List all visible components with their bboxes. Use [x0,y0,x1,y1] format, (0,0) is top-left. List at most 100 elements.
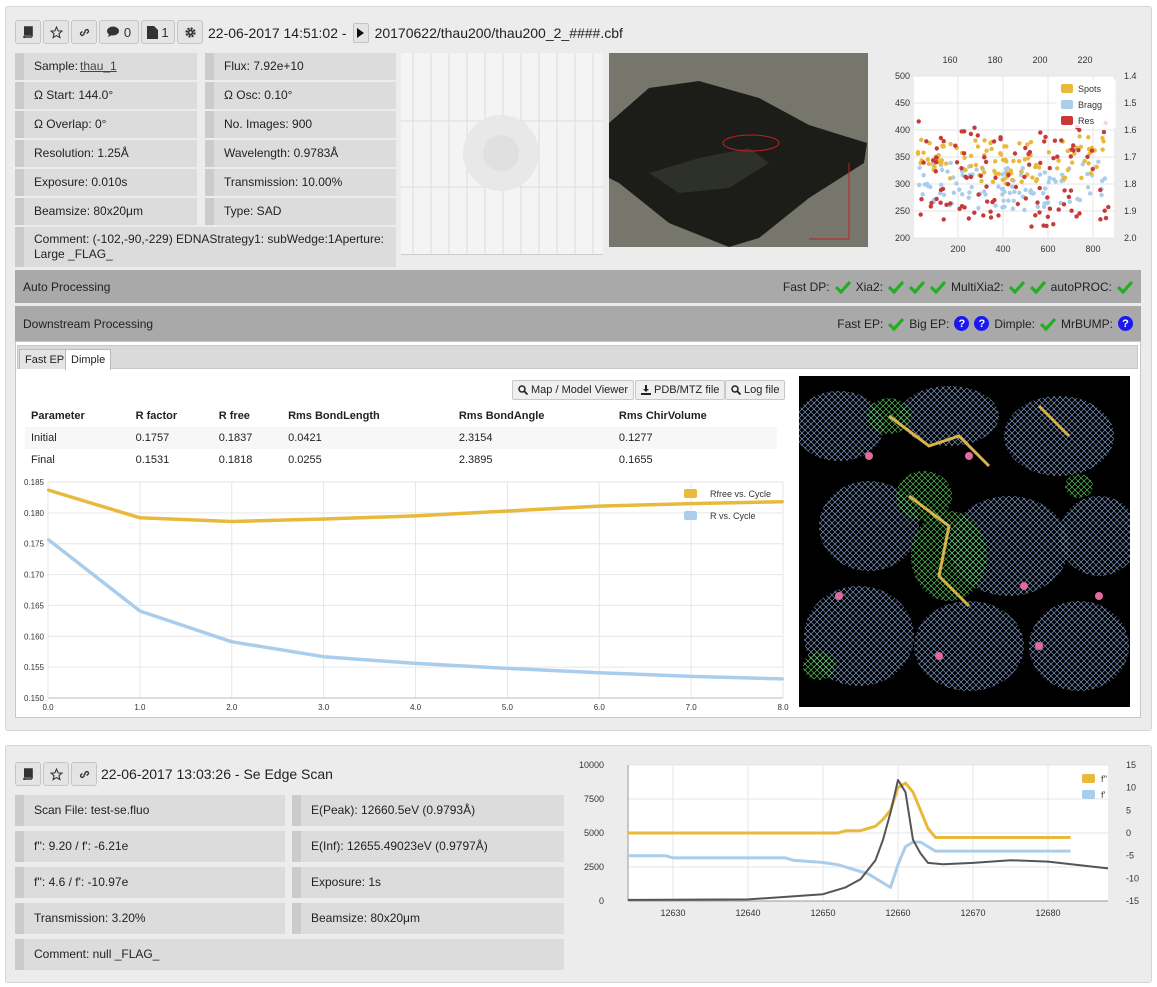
question-icon[interactable]: ? [954,316,970,331]
param-num-images: No. Images: 900 [205,111,396,138]
scatter-point [922,182,927,187]
y2-tick-label: -5 [1126,851,1134,861]
scatter-point [1085,185,1091,190]
y-tick-label: 250 [895,206,910,216]
caret-right-icon [357,28,365,38]
scatter-point [1026,151,1031,157]
check-icon[interactable] [1117,280,1133,294]
collection-filepath: 20170622/thau200/thau200_2_####.cbf [374,25,623,41]
status-label: Fast DP: [782,279,830,294]
scatter-point [1062,188,1067,193]
scatter-point [963,167,968,173]
check-mark [834,280,851,294]
scatter-point [1051,222,1056,227]
status-label: MrBUMP: [1061,316,1113,331]
y-tick-label: 300 [895,179,910,189]
check-icon[interactable] [1029,280,1046,294]
settings-button[interactable] [177,20,203,44]
check-icon[interactable] [1008,280,1025,294]
link-button[interactable] [71,20,97,44]
scatter-point [1047,165,1052,171]
log-button[interactable] [15,20,41,44]
scatter-point [1022,207,1027,213]
scatter-point [1051,156,1056,161]
scatter-point [1019,179,1024,184]
tab-fast-ep[interactable]: Fast EP [19,349,71,369]
downstream-processing-bar[interactable]: Downstream Processing Fast EP: Big EP:?? D… [15,306,1141,341]
legend-label: f' [1101,790,1106,800]
check-icon[interactable] [929,280,946,294]
link-icon [79,28,89,36]
favourite-button[interactable] [43,20,69,44]
scatter-point [953,143,958,148]
scatter-point [1085,154,1090,159]
scatter-point [962,205,967,210]
check-icon[interactable] [888,317,905,331]
scatter-point [982,138,987,143]
scatter-point [976,192,981,197]
y-tick-label: 7500 [584,794,604,804]
x-tick-label: 3.0 [318,703,330,712]
scatter-point [961,151,967,156]
map-model-viewer-button[interactable]: Map / Model Viewer [512,380,635,400]
param-resolution: Resolution: 1.25Å [15,140,197,167]
edge-param-peak-f: f'': 9.20 / f': -6.21e [15,831,285,862]
scatter-point [975,144,981,149]
tab-dimple[interactable]: Dimple [65,349,112,370]
log-file-button[interactable]: Log file [725,380,786,400]
check-icon[interactable] [908,280,925,294]
scatter-point [1034,178,1039,184]
check-icon[interactable] [834,280,851,294]
scatter-point [996,171,1001,176]
legend-label: Bragg [1078,100,1102,110]
scatter-point [988,215,994,220]
edge-favourite-button[interactable] [43,762,69,786]
scatter-point [1099,192,1104,198]
scatter-point [1042,139,1047,144]
scatter-point [966,216,971,221]
scatter-point [941,139,946,144]
scatter-point [996,213,1001,218]
scatter-point [939,182,944,187]
check-icon[interactable] [887,280,904,294]
star-icon [49,767,63,781]
scatter-point [1035,200,1040,205]
pdb-mtz-button[interactable]: PDB/MTZ file [635,380,726,400]
y2-tick-label: 0 [1126,828,1131,838]
scatter-point [957,206,962,211]
y2-tick-label: 2.0 [1124,233,1137,243]
download-icon [641,385,651,395]
diffraction-image[interactable] [401,53,603,255]
question-icon[interactable]: ? [1118,316,1133,331]
scatter-point [1069,147,1075,152]
y-tick-label: 0.160 [24,632,45,641]
table-cell: 0.0255 [288,454,322,466]
x-tick-label: 800 [1085,244,1100,254]
sample-link[interactable]: thau_1 [80,59,117,74]
crystal-snapshot[interactable] [609,53,868,247]
check-icon[interactable] [1040,317,1056,331]
scatter-point [957,187,962,192]
files-button[interactable]: 1 [141,20,175,44]
scatter-point [924,139,929,144]
scatter-point [996,184,1001,189]
play-button[interactable] [352,23,369,43]
scatter-point [1023,196,1028,201]
density-map-view[interactable] [799,376,1130,707]
file-icon [147,25,159,39]
scatter-point [948,201,953,206]
scatter-point [1076,148,1081,153]
scatter-point [919,197,924,202]
scatter-point [941,217,946,222]
scatter-point [1012,151,1018,156]
edge-link-button[interactable] [71,762,97,786]
table-cell: 0.1655 [618,454,653,466]
x-tick-label: 0.0 [42,703,54,712]
question-icon[interactable]: ? [974,316,990,331]
auto-processing-bar[interactable]: Auto Processing Fast DP: Xia2: MultiXia2: a… [15,270,1141,303]
edge-log-button[interactable] [15,762,41,786]
scatter-point [1029,224,1034,229]
scatter-point [948,141,953,147]
comments-button[interactable]: 0 [99,20,139,44]
param-type: Type: SAD [205,198,396,225]
